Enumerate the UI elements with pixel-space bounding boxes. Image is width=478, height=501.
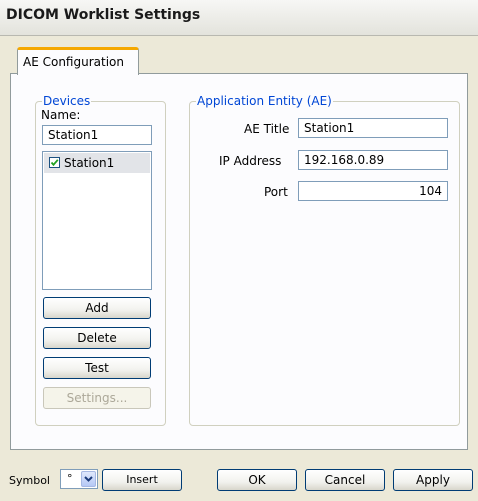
name-label: Name: [41,108,81,122]
ae-legend: Application Entity (AE) [197,94,332,108]
tab-ae-configuration[interactable]: AE Configuration [17,47,139,75]
add-button[interactable]: Add [43,297,151,319]
port-input[interactable]: 104 [298,181,448,201]
devices-list[interactable]: Station1 [42,151,152,290]
tab-label: AE Configuration [23,55,124,69]
ae-title-label: AE Title [244,122,290,136]
ok-button[interactable]: OK [217,469,297,491]
device-name-input[interactable]: Station1 [42,125,152,145]
chevron-down-icon[interactable] [81,471,96,487]
ip-address-label: IP Address [219,154,282,168]
test-button[interactable]: Test [43,357,151,379]
title-bar[interactable]: DICOM Worklist Settings [0,0,478,36]
application-entity-group: Application Entity (AE) [189,94,460,426]
list-item-label: Station1 [64,156,115,170]
cancel-button[interactable]: Cancel [305,469,385,491]
ip-address-input[interactable]: 192.168.0.89 [298,150,448,170]
list-item-station1[interactable]: Station1 [44,153,150,173]
window-title: DICOM Worklist Settings [6,7,201,23]
ae-title-input[interactable]: Station1 [298,118,448,138]
delete-button[interactable]: Delete [43,327,151,349]
symbol-select[interactable]: ° [60,469,98,489]
port-label: Port [264,185,288,199]
checkbox-checked-icon[interactable] [49,157,60,168]
symbol-label: Symbol [9,474,50,487]
symbol-value: ° [67,472,73,485]
settings-button[interactable]: Settings... [43,387,151,409]
insert-button[interactable]: Insert [102,469,182,491]
devices-legend: Devices [43,94,91,108]
dicom-worklist-settings-window: DICOM Worklist Settings AE Configuration… [0,0,478,501]
tab-panel: Devices Name: Station1 Station1 Add Dele… [10,73,468,450]
apply-button[interactable]: Apply [393,469,473,491]
